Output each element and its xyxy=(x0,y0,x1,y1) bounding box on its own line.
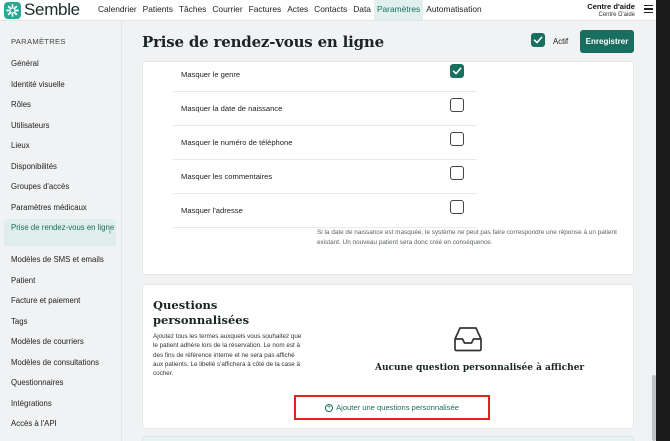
option-label: Masquer les commentaires xyxy=(181,172,273,181)
inbox-tray-icon xyxy=(453,326,483,357)
nav-calendrier[interactable]: Calendrier xyxy=(95,0,140,20)
sidebar-item-modeles-consultations[interactable]: Modèles de consultations xyxy=(4,358,116,368)
help-center-link[interactable]: Centre d'aide Centre D'aide xyxy=(587,2,635,18)
scrollbar-thumb[interactable] xyxy=(652,375,656,441)
sidebar-item-prise-de-rendez-vous[interactable]: Prise de rendez-vous en ligne › xyxy=(4,219,116,246)
sidebar-item-lieux[interactable]: Lieux xyxy=(4,141,116,151)
sidebar-item-groupes-acces[interactable]: Groupes d'accès xyxy=(4,182,116,192)
save-button[interactable]: Enregistrer xyxy=(580,30,634,53)
help-subtitle: Centre D'aide xyxy=(598,12,636,18)
nav-taches[interactable]: Tâches xyxy=(176,0,209,20)
sidebar-item-parametres-medicaux[interactable]: Paramètres médicaux xyxy=(4,203,116,213)
main-nav: Calendrier Patients Tâches Courrier Fact… xyxy=(95,0,485,20)
option-row-genre: Masquer le genre xyxy=(173,58,477,92)
plus-circle-icon: + xyxy=(325,403,334,412)
sidebar-item-acces-api[interactable]: Accès à l'API xyxy=(4,419,116,429)
sidebar-heading: PARAMÈTRES xyxy=(11,37,66,46)
add-custom-question-button[interactable]: + Ajouter une questions personnalisée xyxy=(294,395,490,420)
sidebar-item-identite-visuelle[interactable]: Identité visuelle xyxy=(4,80,116,90)
nav-courrier[interactable]: Courrier xyxy=(209,0,245,20)
nav-data[interactable]: Data xyxy=(350,0,374,20)
option-label: Masquer le numéro de téléphone xyxy=(181,138,293,147)
options-note: Si la date de naissance est masquée, le … xyxy=(317,229,617,246)
sidebar-item-facture-paiement[interactable]: Facture et paiement xyxy=(4,296,116,306)
option-label: Masquer la date de naissance xyxy=(181,104,283,113)
option-label: Masquer le genre xyxy=(181,70,241,79)
actif-toggle[interactable]: Actif xyxy=(531,33,568,47)
sidebar-item-modeles-courriers[interactable]: Modèles de courriers xyxy=(4,337,116,347)
add-custom-question-label: Ajouter une questions personnalisée xyxy=(336,403,459,412)
page-title: Prise de rendez-vous en ligne xyxy=(142,33,384,51)
actif-checkbox[interactable] xyxy=(531,33,545,47)
option-checkbox-adresse[interactable] xyxy=(450,200,464,214)
sidebar-item-roles[interactable]: Rôles xyxy=(4,100,116,110)
nav-patients[interactable]: Patients xyxy=(140,0,176,20)
app-name: Semble xyxy=(24,0,80,19)
option-checkbox-commentaires[interactable] xyxy=(450,166,464,180)
settings-sidebar: PARAMÈTRES Général Identité visuelle Rôl… xyxy=(0,21,122,441)
sidebar-item-utilisateurs[interactable]: Utilisateurs xyxy=(4,121,116,131)
top-navigation-bar: Semble Calendrier Patients Tâches Courri… xyxy=(0,0,670,21)
window-edge xyxy=(656,0,670,441)
custom-questions-title: Questions personnalisées xyxy=(153,298,250,327)
option-checkbox-date-naissance[interactable] xyxy=(450,98,464,112)
sidebar-item-general[interactable]: Général xyxy=(4,59,116,69)
option-row-date-naissance: Masquer la date de naissance xyxy=(173,92,477,126)
next-section-card xyxy=(142,436,634,441)
option-row-telephone: Masquer le numéro de téléphone xyxy=(173,126,477,160)
custom-questions-description: Ajoutez tous les termes auxquels vous so… xyxy=(153,333,302,378)
chevron-right-icon: › xyxy=(108,229,111,236)
sidebar-item-integrations[interactable]: Intégrations xyxy=(4,399,116,409)
help-title: Centre d'aide xyxy=(587,2,635,11)
sidebar-item-patient[interactable]: Patient xyxy=(4,276,116,286)
nav-parametres[interactable]: Paramètres xyxy=(373,0,424,20)
sidebar-item-label: Prise de rendez-vous en ligne xyxy=(11,223,115,232)
sidebar-item-disponibilites[interactable]: Disponibilités xyxy=(4,162,116,172)
option-checkbox-telephone[interactable] xyxy=(450,132,464,146)
actif-label: Actif xyxy=(553,37,569,46)
semble-logo-icon xyxy=(4,1,21,19)
empty-state-text: Aucune question personnalisée à afficher xyxy=(375,363,585,373)
nav-factures[interactable]: Factures xyxy=(246,0,285,20)
option-row-adresse: Masquer l'adresse xyxy=(173,194,477,228)
option-label: Masquer l'adresse xyxy=(181,206,243,215)
nav-automatisation[interactable]: Automatisation xyxy=(423,0,484,20)
sidebar-item-modeles-sms[interactable]: Modèles de SMS et emails xyxy=(4,255,116,265)
option-checkbox-genre[interactable] xyxy=(450,64,464,78)
option-row-commentaires: Masquer les commentaires xyxy=(173,160,477,194)
app-logo[interactable]: Semble xyxy=(4,1,80,19)
nav-contacts[interactable]: Contacts xyxy=(311,0,350,20)
sidebar-item-tags[interactable]: Tags xyxy=(4,317,116,327)
hamburger-menu-icon[interactable] xyxy=(644,5,653,14)
sidebar-item-questionnaires[interactable]: Questionnaires xyxy=(4,378,116,388)
nav-actes[interactable]: Actes xyxy=(284,0,311,20)
